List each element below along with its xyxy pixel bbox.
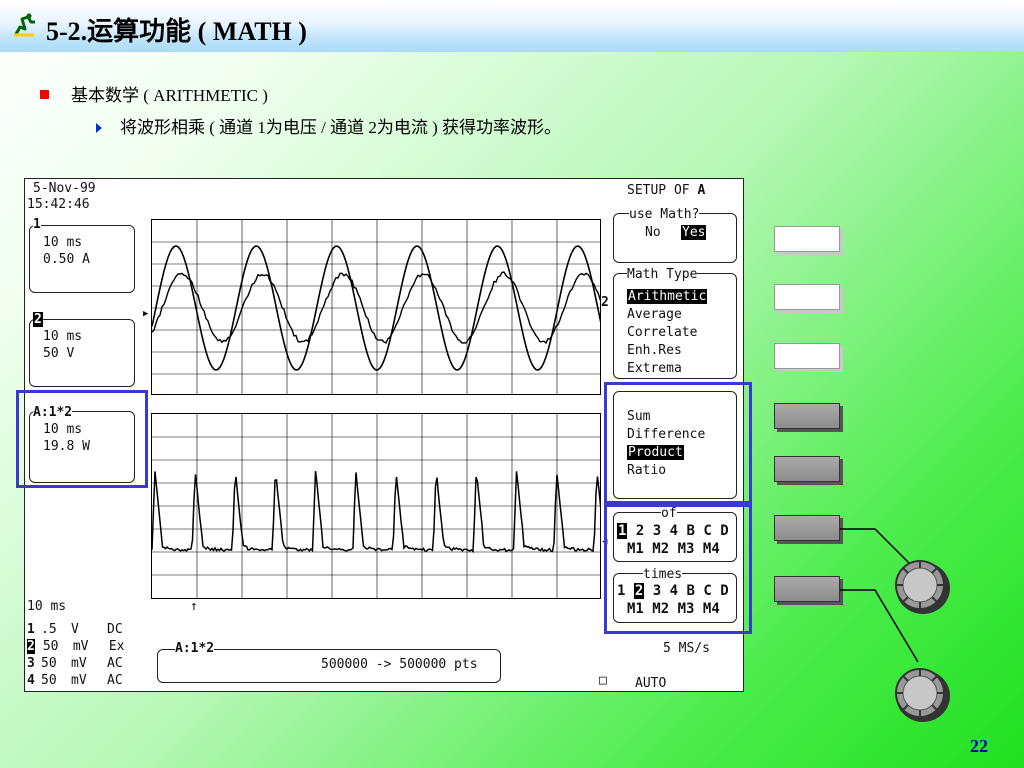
knob-2-icon[interactable] xyxy=(890,664,954,724)
knob-connectors xyxy=(0,0,1024,768)
page-number: 22 xyxy=(970,736,988,757)
knob-1-icon[interactable] xyxy=(890,556,954,616)
